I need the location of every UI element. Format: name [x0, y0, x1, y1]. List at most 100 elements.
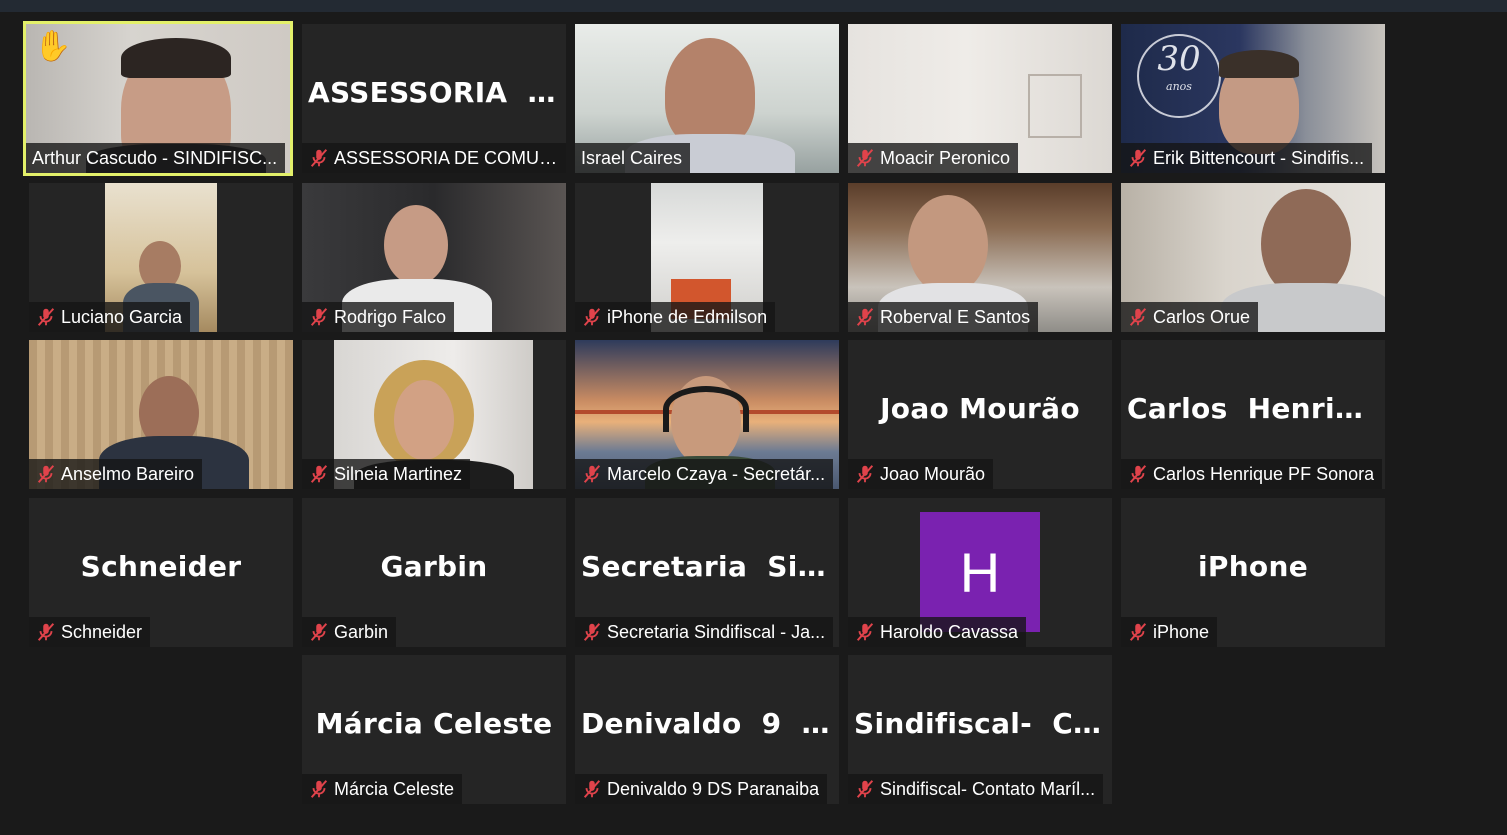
participant-name-label: Carlos Henrique PF Sonora	[1121, 459, 1383, 489]
participant-tile-secretaria[interactable]: Secretaria Sindi... Secretaria Sindifisc…	[575, 498, 839, 647]
participant-tile-moacir[interactable]: Moacir Peronico	[848, 24, 1112, 173]
participant-tile-arthur[interactable]: ✋ Arthur Cascudo - SINDIFISC...	[23, 21, 293, 176]
participant-name-label: Schneider	[29, 617, 151, 647]
participant-name: Rodrigo Falco	[334, 306, 447, 327]
participant-tile-assessoria[interactable]: ASSESSORIA DE... ASSESSORIA DE COMUNI...	[302, 24, 566, 173]
display-name: Márcia Celeste	[315, 707, 553, 740]
raised-hand-icon: ✋	[34, 30, 72, 63]
participant-name-label: Anselmo Bareiro	[29, 459, 203, 489]
participant-tile-israel[interactable]: Israel Caires	[575, 24, 839, 173]
participant-name: Carlos Henrique PF Sonora	[1153, 463, 1375, 484]
participant-name-label: Marcelo Czaya - Secretár...	[575, 459, 834, 489]
mic-muted-icon	[310, 308, 328, 326]
participant-tile-garbin[interactable]: Garbin Garbin	[302, 498, 566, 647]
mic-muted-icon	[310, 623, 328, 641]
window-top-bar	[0, 0, 1507, 12]
participant-tile-denivaldo[interactable]: Denivaldo 9 DS... Denivaldo 9 DS Paranai…	[575, 655, 839, 804]
mic-muted-icon	[310, 465, 328, 483]
participant-name-label: Israel Caires	[575, 143, 691, 173]
participant-name: Israel Caires	[581, 147, 683, 168]
participant-name: Luciano Garcia	[61, 306, 183, 327]
participant-name-label: Garbin	[302, 617, 397, 647]
mic-muted-icon	[310, 780, 328, 798]
mic-muted-icon	[583, 780, 601, 798]
participant-tile-schneider[interactable]: Schneider Schneider	[29, 498, 293, 647]
display-name: iPhone	[1197, 550, 1308, 583]
participant-name-label: Haroldo Cavassa	[848, 617, 1027, 647]
participant-tile-luciano[interactable]: Luciano Garcia	[29, 183, 293, 332]
participant-name-label: Arthur Cascudo - SINDIFISC...	[26, 143, 286, 173]
participant-name: Moacir Peronico	[880, 147, 1011, 168]
participant-tile-erik[interactable]: 30 anos Erik Bittencourt - Sindifis...	[1121, 24, 1385, 173]
participant-name: iPhone de Edmilson	[607, 306, 768, 327]
participant-tile-sindifiscal-contato[interactable]: Sindifiscal- Con... Sindifiscal- Contato…	[848, 655, 1112, 804]
display-name: Carlos Henriqu...	[1127, 392, 1385, 425]
participant-name: Silneia Martinez	[334, 463, 463, 484]
participant-name-label: Roberval E Santos	[848, 302, 1039, 332]
mic-muted-icon	[856, 623, 874, 641]
participant-name: Denivaldo 9 DS Paranaiba	[607, 778, 820, 799]
participant-tile-haroldo[interactable]: H Haroldo Cavassa	[848, 498, 1112, 647]
participant-name-label: Erik Bittencourt - Sindifis...	[1121, 143, 1373, 173]
participant-name-label: Luciano Garcia	[29, 302, 191, 332]
participant-tile-silneia[interactable]: Silneia Martinez	[302, 340, 566, 489]
participant-name: Garbin	[334, 621, 389, 642]
display-name: Garbin	[380, 550, 488, 583]
mic-muted-icon	[583, 623, 601, 641]
mic-muted-icon	[37, 623, 55, 641]
mic-muted-icon	[856, 465, 874, 483]
mic-muted-icon	[1129, 623, 1147, 641]
participant-name: Márcia Celeste	[334, 778, 455, 799]
display-name: Joao Mourão	[880, 392, 1080, 425]
participant-name: Haroldo Cavassa	[880, 621, 1019, 642]
mic-muted-icon	[1129, 465, 1147, 483]
display-name: Secretaria Sindi...	[581, 550, 839, 583]
participant-name: Joao Mourão	[880, 463, 986, 484]
participant-tile-carlos-orue[interactable]: Carlos Orue	[1121, 183, 1385, 332]
display-name: Denivaldo 9 DS...	[581, 707, 839, 740]
participant-tile-iphone[interactable]: iPhone iPhone	[1121, 498, 1385, 647]
participant-tile-anselmo[interactable]: Anselmo Bareiro	[29, 340, 293, 489]
participant-name: iPhone	[1153, 621, 1210, 642]
logo-emblem: 30 anos	[1137, 34, 1221, 118]
participant-tile-joao[interactable]: Joao Mourão Joao Mourão	[848, 340, 1112, 489]
participant-name-label: ASSESSORIA DE COMUNI...	[302, 143, 566, 173]
participant-name-label: Denivaldo 9 DS Paranaiba	[575, 774, 828, 804]
mic-muted-icon	[856, 780, 874, 798]
display-name: Sindifiscal- Con...	[854, 707, 1112, 740]
participant-name: Carlos Orue	[1153, 306, 1251, 327]
participant-name-label: Sindifiscal- Contato Maríl...	[848, 774, 1104, 804]
participant-name-label: iPhone de Edmilson	[575, 302, 776, 332]
participant-name-label: Rodrigo Falco	[302, 302, 455, 332]
mic-muted-icon	[856, 308, 874, 326]
participant-name: Secretaria Sindifiscal - Ja...	[607, 621, 826, 642]
mic-muted-icon	[583, 465, 601, 483]
participant-name-label: Joao Mourão	[848, 459, 994, 489]
participant-name: Anselmo Bareiro	[61, 463, 195, 484]
mic-muted-icon	[856, 149, 874, 167]
participant-name: Arthur Cascudo - SINDIFISC...	[32, 147, 278, 168]
participant-name-label: Carlos Orue	[1121, 302, 1259, 332]
mic-muted-icon	[1129, 149, 1147, 167]
participant-tile-roberval[interactable]: Roberval E Santos	[848, 183, 1112, 332]
avatar: H	[920, 512, 1040, 632]
participant-tile-carlos-henrique[interactable]: Carlos Henriqu... Carlos Henrique PF Son…	[1121, 340, 1385, 489]
mic-muted-icon	[37, 308, 55, 326]
participant-name: Schneider	[61, 621, 143, 642]
participant-name: Erik Bittencourt - Sindifis...	[1153, 147, 1365, 168]
participant-name: Sindifiscal- Contato Maríl...	[880, 778, 1096, 799]
participant-name-label: Silneia Martinez	[302, 459, 471, 489]
display-name: ASSESSORIA DE...	[308, 76, 566, 109]
participant-tile-edmilson[interactable]: iPhone de Edmilson	[575, 183, 839, 332]
participant-name-label: iPhone	[1121, 617, 1218, 647]
participant-name: ASSESSORIA DE COMUNI...	[334, 147, 558, 168]
participant-name-label: Márcia Celeste	[302, 774, 463, 804]
participant-tile-marcia[interactable]: Márcia Celeste Márcia Celeste	[302, 655, 566, 804]
participant-tile-rodrigo[interactable]: Rodrigo Falco	[302, 183, 566, 332]
mic-muted-icon	[1129, 308, 1147, 326]
participant-tile-marcelo[interactable]: Marcelo Czaya - Secretár...	[575, 340, 839, 489]
mic-muted-icon	[583, 308, 601, 326]
participant-name: Marcelo Czaya - Secretár...	[607, 463, 826, 484]
participant-name-label: Secretaria Sindifiscal - Ja...	[575, 617, 834, 647]
participant-name-label: Moacir Peronico	[848, 143, 1019, 173]
